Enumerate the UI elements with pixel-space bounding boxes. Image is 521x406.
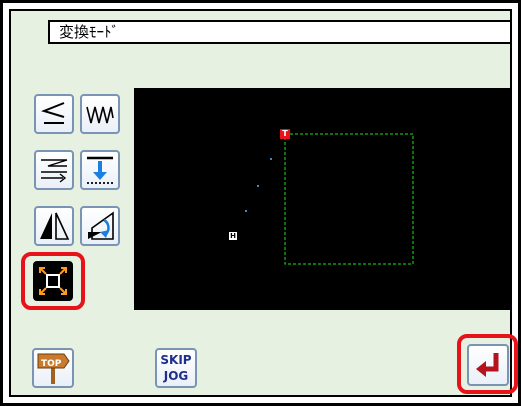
multi-offset-icon [41,159,68,183]
mirror-button[interactable] [34,206,74,246]
move-down-button[interactable] [80,150,120,190]
pitch-compress-button[interactable] [34,94,74,134]
top-label: TOP [41,359,62,369]
skip-label: SKIP [160,353,192,367]
zigzag-button[interactable] [80,94,120,134]
mirror-icon [40,212,70,240]
enter-icon [476,353,499,377]
enter-button[interactable] [467,344,509,386]
mode-title: 変換ﾓｰﾄﾞ [59,23,120,41]
multi-offset-button[interactable] [34,150,74,190]
move-down-icon [87,156,113,184]
zigzag-icon [86,106,114,124]
pattern-canvas[interactable]: T H [134,88,510,310]
rotate-icon [88,211,114,240]
pattern-path [245,133,414,265]
scale-button[interactable] [33,261,73,301]
home-point-marker: H [229,232,237,240]
jog-label: JOG [163,369,189,383]
top-button[interactable]: TOP [32,348,74,388]
start-point-marker: T [280,129,290,139]
skip-jog-button[interactable]: SKIP JOG [155,348,197,388]
rotate-button[interactable] [80,206,120,246]
scale-icon [39,267,67,295]
pitch-compress-icon [40,102,65,124]
